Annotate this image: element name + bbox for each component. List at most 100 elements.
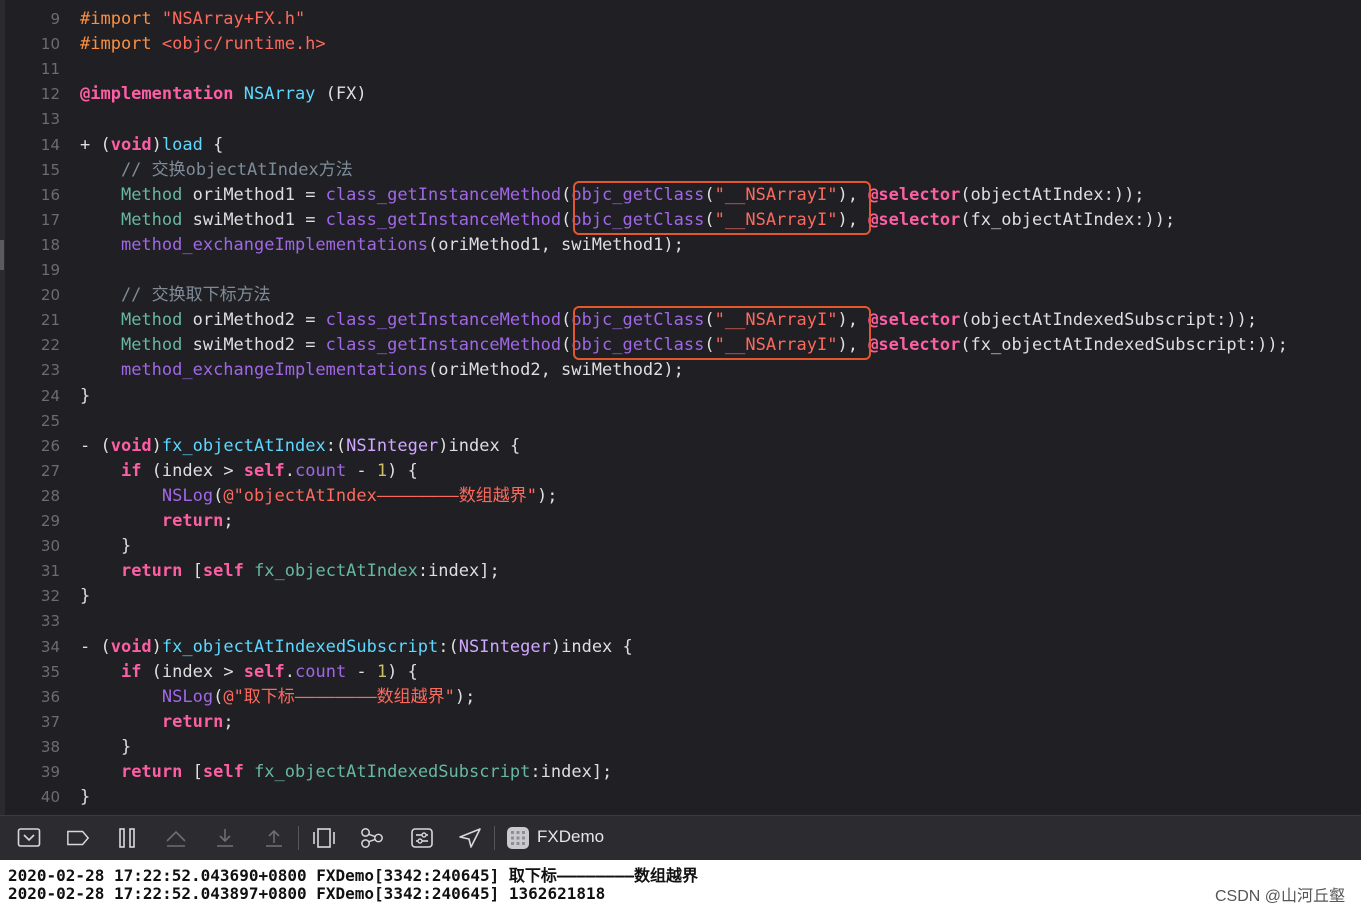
code-token: #import [80,9,162,29]
code-token: (fx_objectAtIndexedSubscript:)); [960,335,1288,356]
line-number: 37 [40,712,60,731]
code-token: . [284,460,295,481]
line-number: 23 [40,361,60,380]
code-text: #import "NSArray+FX.h" [80,7,305,32]
code-token: )index { [438,435,521,456]
code-text: - (void)fx_objectAtIndexedSubscript:(NSI… [80,635,633,660]
code-token: self [243,661,285,682]
hide-console-icon[interactable] [17,826,41,850]
code-token: void [110,636,152,657]
code-token: ( [561,184,572,205]
code-token: self [202,762,244,782]
highlight-box [573,306,871,361]
code-token: } [80,787,91,808]
code-token: [ [182,762,203,782]
breakpoints-icon[interactable] [66,826,90,850]
step-out-icon[interactable] [262,826,286,850]
view-debugger-icon[interactable] [312,826,336,850]
code-token: fx_objectAtIndex [161,435,326,456]
code-token: ) { [387,661,418,682]
line-number: 28 [40,486,60,505]
code-token: (oriMethod1, swiMethod1); [428,234,684,255]
code-token: Method [120,209,183,230]
code-token: class_getInstanceMethod [325,209,562,230]
scheme-label[interactable]: FXDemo [537,827,604,847]
code-token: Method [120,335,183,356]
line-number: 20 [40,286,60,305]
line-number: 17 [40,210,60,229]
code-token: return [161,511,224,531]
code-text: + (void)load { [80,133,223,158]
step-over-icon[interactable] [164,826,188,850]
debug-console[interactable]: 2020-02-28 17:22:52.043690+0800 FXDemo[3… [0,860,1361,911]
location-icon[interactable] [458,826,482,850]
code-token: - [346,460,377,481]
code-text: if (index > self.count - 1) { [80,660,418,685]
code-token: fx_objectAtIndex [254,561,418,582]
line-number: 38 [40,737,60,756]
line-number: 30 [40,537,60,556]
code-token: @selector [868,310,961,331]
code-token: fx_objectAtIndexedSubscript [161,636,439,657]
line-number: 34 [40,637,60,656]
code-text: } [80,384,90,409]
pause-icon[interactable] [115,826,139,850]
line-number: 11 [40,60,60,79]
code-token: return [161,711,224,732]
code-text: return; [80,509,234,534]
code-token: { [202,134,224,155]
code-token: } [80,536,132,557]
step-into-icon[interactable] [213,826,237,850]
line-number: 36 [40,687,60,706]
code-text: if (index > self.count - 1) { [80,459,418,484]
code-text: } [80,735,131,760]
code-token: void [110,435,152,456]
code-token: 1 [376,460,388,481]
environment-overrides-icon[interactable] [410,826,434,850]
code-token: :index]; [417,561,500,582]
code-token: (fx_objectAtIndex:)); [960,209,1176,230]
line-number: 16 [40,185,60,204]
code-token: if [120,661,142,682]
code-token: @implementation [80,84,244,105]
code-token: count [295,460,347,481]
code-text: } [80,534,131,559]
code-token: ); [536,485,558,506]
line-number: 31 [40,562,60,581]
code-token: return [120,561,183,582]
code-token: // 交换objectAtIndex方法 [80,159,353,180]
line-number: 25 [40,411,60,430]
code-token: (oriMethod2, swiMethod2); [428,360,684,381]
code-token: - ( [80,435,111,456]
code-token: NSLog [161,485,214,506]
memory-graph-icon[interactable] [360,826,384,850]
code-token: fx_objectAtIndexedSubscript [254,762,531,782]
code-token: self [243,460,285,481]
code-token: ; [223,511,234,531]
code-token: [ [182,561,203,582]
code-editor[interactable]: 9 #import "NSArray+FX.h" 10 #import <objc/r… [0,0,1361,815]
code-token: } [80,385,91,406]
code-token: <objc/runtime.h> [161,34,326,55]
console-line: 2020-02-28 17:22:52.043897+0800 FXDemo[3… [8,884,606,903]
line-number: 15 [40,160,60,179]
line-number: 10 [40,35,60,54]
code-token: Method [120,310,183,331]
code-token: load [161,134,203,155]
code-token: ); [454,686,476,707]
code-text: - (void)fx_objectAtIndex:(NSInteger)inde… [80,434,520,459]
code-token: ) [151,435,162,456]
code-token: ( [213,485,224,506]
line-number: 40 [40,788,60,807]
code-text: #import <objc/runtime.h> [80,32,326,57]
code-token: @selector [868,209,961,230]
code-token: :index]; [530,762,613,782]
code-token: NSInteger [458,636,551,657]
code-token: if [120,460,142,481]
